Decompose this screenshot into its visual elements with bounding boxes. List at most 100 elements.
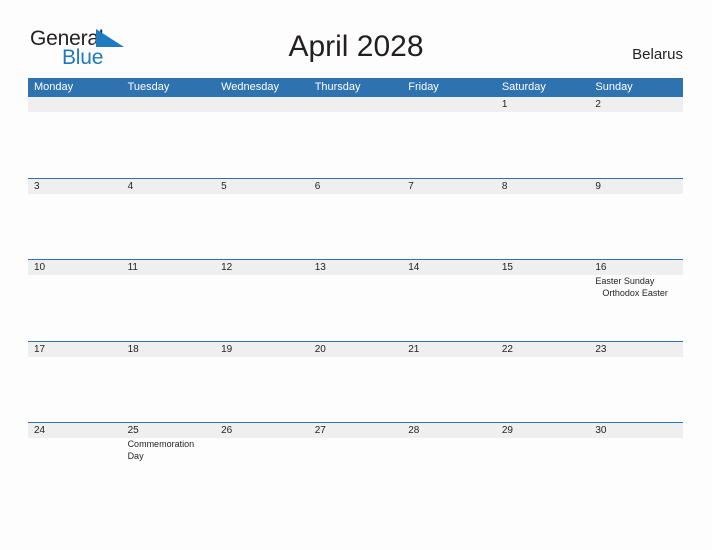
day-number[interactable]: 16 [589, 260, 683, 275]
calendar-week-row: 3456789 [28, 177, 683, 260]
day-cell [309, 112, 403, 176]
day-cell[interactable] [589, 438, 683, 502]
day-number-band: 12 [28, 97, 683, 112]
calendar-week-row: 24 25 26 27 28 29 30 Commemoration Day [28, 422, 683, 504]
day-number-band: 17 18 19 20 21 22 23 [28, 341, 683, 357]
day-cell[interactable] [496, 194, 590, 258]
day-events-row: Easter Sunday Orthodox Easter [28, 275, 683, 339]
day-number[interactable]: 17 [28, 342, 122, 357]
day-cell[interactable] [496, 357, 590, 421]
day-number[interactable]: 8 [496, 179, 590, 194]
day-cell[interactable] [28, 194, 122, 258]
day-number[interactable]: 5 [215, 179, 309, 194]
day-number[interactable]: 28 [402, 423, 496, 438]
day-number[interactable]: 2 [589, 97, 683, 112]
calendar-weeks: 1 2 3 4 5 6 7 8 9 10 11 12 13 14 15 16 Easter Sunday Orth… [28, 97, 683, 504]
day-cell [215, 112, 309, 176]
day-events-row [28, 356, 683, 421]
day-number[interactable]: 23 [589, 342, 683, 357]
day-number[interactable]: 27 [309, 423, 403, 438]
day-number[interactable]: 20 [309, 342, 403, 357]
day-number-band: 10 11 12 13 14 15 16 [28, 260, 683, 275]
holiday-event-label: Commemoration Day [127, 439, 195, 461]
day-cell[interactable] [402, 438, 496, 502]
day-number [215, 97, 309, 112]
weekday-header-tuesday: Tuesday [127, 81, 170, 93]
day-number [122, 97, 216, 112]
day-number[interactable]: 25 [122, 423, 216, 438]
day-cell[interactable] [402, 194, 496, 258]
country-label: Belarus [632, 46, 683, 63]
day-cell[interactable] [28, 357, 122, 421]
weekday-header-wednesday: Wednesday [221, 81, 280, 93]
day-cell[interactable] [28, 275, 122, 339]
day-events-row [28, 112, 683, 176]
day-number [309, 97, 403, 112]
day-cell[interactable] [589, 112, 683, 176]
day-number[interactable]: 11 [122, 260, 216, 275]
day-cell[interactable] [589, 357, 683, 421]
day-number[interactable]: 9 [589, 179, 683, 194]
day-number-band: 24 25 26 27 28 29 30 [28, 423, 683, 438]
day-cell[interactable] [496, 112, 590, 176]
day-number-band: 3456789 [28, 178, 683, 194]
day-cell[interactable] [122, 275, 216, 339]
page-title: April 2028 [288, 30, 424, 63]
calendar-week-row: 10 11 12 13 14 15 16 Easter Sunday Orthodox East… [28, 259, 683, 341]
day-cell[interactable] [122, 357, 216, 421]
day-number[interactable]: 29 [496, 423, 590, 438]
day-number[interactable]: 6 [309, 179, 403, 194]
day-number[interactable]: 7 [402, 179, 496, 194]
weekday-header-row: Monday Tuesday Wednesday Thursday Friday… [28, 78, 683, 97]
day-number[interactable]: 18 [122, 342, 216, 357]
holiday-event-label: Orthodox Easter [602, 287, 668, 298]
calendar-week-row: 17 18 19 20 21 22 23 [28, 340, 683, 423]
day-cell[interactable] [309, 438, 403, 502]
weekday-header-saturday: Saturday [501, 81, 546, 93]
day-cell[interactable] [496, 438, 590, 502]
day-number[interactable]: 30 [589, 423, 683, 438]
day-cell[interactable] [122, 194, 216, 258]
day-number[interactable]: 1 [496, 97, 590, 112]
weekday-header-thursday: Thursday [314, 81, 361, 93]
day-number[interactable]: 13 [309, 260, 403, 275]
day-cell[interactable] [28, 438, 122, 502]
day-number[interactable]: 24 [28, 423, 122, 438]
day-cell[interactable] [402, 275, 496, 339]
day-cell [122, 112, 216, 176]
day-number[interactable]: 4 [122, 179, 216, 194]
day-number[interactable]: 26 [215, 423, 309, 438]
day-cell[interactable]: Commemoration Day [122, 438, 216, 502]
day-number[interactable]: 21 [402, 342, 496, 357]
day-cell[interactable] [309, 357, 403, 421]
day-number[interactable]: 15 [496, 260, 590, 275]
day-cell[interactable] [496, 275, 590, 339]
day-cell [402, 112, 496, 176]
day-cell[interactable] [402, 357, 496, 421]
day-number[interactable]: 10 [28, 260, 122, 275]
day-cell[interactable]: Easter Sunday Orthodox Easter [589, 275, 683, 339]
day-number [28, 97, 122, 112]
weekday-header-monday: Monday [34, 81, 74, 93]
day-number[interactable]: 3 [28, 179, 122, 194]
day-cell[interactable] [215, 194, 309, 258]
weekday-header-sunday: Sunday [595, 81, 633, 93]
day-number[interactable]: 19 [215, 342, 309, 357]
weekday-header-friday: Friday [408, 81, 439, 93]
day-cell[interactable] [589, 194, 683, 258]
day-number [402, 97, 496, 112]
day-events-row: Commemoration Day [28, 438, 683, 502]
day-cell[interactable] [309, 275, 403, 339]
day-number[interactable]: 14 [402, 260, 496, 275]
page-header: General Blue April 2028 Belarus [0, 0, 712, 78]
day-cell [28, 112, 122, 176]
day-events-row [28, 193, 683, 258]
day-number[interactable]: 12 [215, 260, 309, 275]
day-cell[interactable] [215, 275, 309, 339]
day-cell[interactable] [215, 438, 309, 502]
day-cell[interactable] [215, 357, 309, 421]
day-number[interactable]: 22 [496, 342, 590, 357]
day-cell[interactable] [309, 194, 403, 258]
holiday-event-label: Easter Sunday [595, 276, 655, 286]
calendar-grid: Monday Tuesday Wednesday Thursday Friday… [28, 78, 683, 504]
